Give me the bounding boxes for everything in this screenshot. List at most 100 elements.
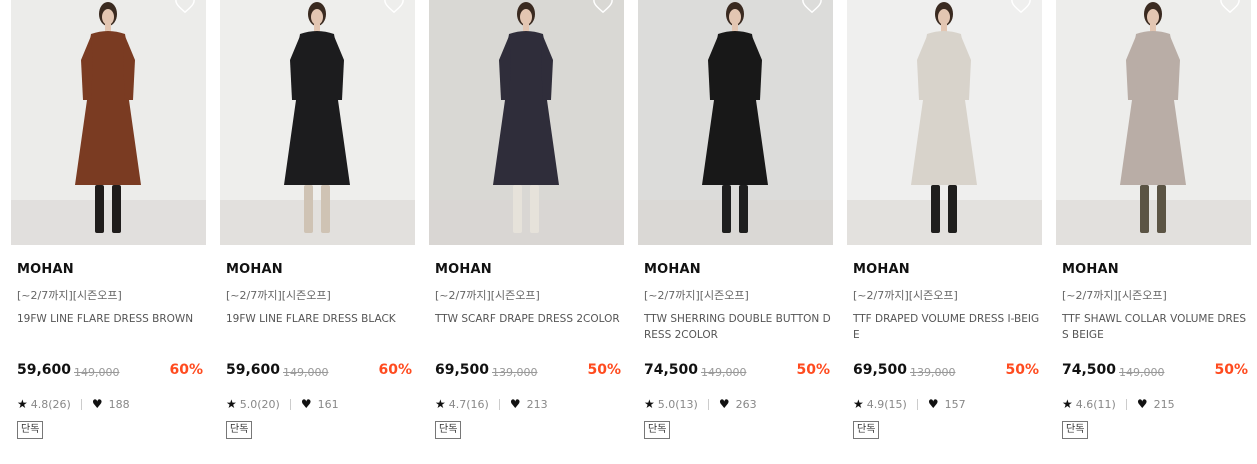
product-card[interactable]: MOHAN [~2/7까지][시즌오프] TTF SHAWL COLLAR VO…	[1056, 0, 1251, 464]
discount-rate: 50%	[796, 362, 830, 378]
rating-row: ★ 5.0(20) ♥ 161	[226, 397, 339, 411]
rating-value: 4.7(16)	[448, 397, 489, 411]
product-name[interactable]: TTF SHAWL COLLAR VOLUME DRESS BEIGE	[1062, 311, 1250, 343]
star-icon: ★	[226, 397, 237, 411]
product-grid: MOHAN [~2/7까지][시즌오프] 19FW LINE FLARE DRE…	[11, 0, 1251, 464]
star-icon: ★	[853, 397, 864, 411]
discount-rate: 50%	[1214, 362, 1248, 378]
model-photo	[11, 0, 206, 245]
sale-price: 59,600	[226, 362, 281, 378]
product-name[interactable]: 19FW LINE FLARE DRESS BROWN	[17, 311, 205, 327]
product-card[interactable]: MOHAN [~2/7까지][시즌오프] TTF DRAPED VOLUME D…	[847, 0, 1042, 464]
original-price: 149,000	[283, 366, 329, 379]
brand-name[interactable]: MOHAN	[226, 262, 283, 277]
rating-value: 4.6(11)	[1075, 397, 1116, 411]
rating-value: 5.0(13)	[657, 397, 698, 411]
promo-text: [~2/7까지][시즌오프]	[853, 289, 958, 302]
product-image[interactable]	[847, 0, 1042, 245]
product-card[interactable]: MOHAN [~2/7까지][시즌오프] TTW SCARF DRAPE DRE…	[429, 0, 624, 464]
model-photo	[1056, 0, 1251, 245]
heart-outline-icon[interactable]	[592, 0, 614, 14]
brand-name[interactable]: MOHAN	[853, 262, 910, 277]
star-icon: ★	[1062, 397, 1073, 411]
product-name[interactable]: 19FW LINE FLARE DRESS BLACK	[226, 311, 414, 327]
exclusive-badge: 단독	[17, 421, 44, 439]
original-price: 149,000	[701, 366, 747, 379]
like-count: 188	[108, 397, 130, 411]
original-price: 149,000	[74, 366, 120, 379]
model-photo	[220, 0, 415, 245]
product-image[interactable]	[638, 0, 833, 245]
heart-filled-icon: ♥	[1136, 397, 1148, 411]
promo-text: [~2/7까지][시즌오프]	[17, 289, 122, 302]
divider	[1125, 398, 1127, 410]
like-count: 161	[317, 397, 339, 411]
product-card[interactable]: MOHAN [~2/7까지][시즌오프] 19FW LINE FLARE DRE…	[11, 0, 206, 464]
sale-price: 74,500	[644, 362, 699, 378]
product-card[interactable]: MOHAN [~2/7까지][시즌오프] 19FW LINE FLARE DRE…	[220, 0, 415, 464]
discount-rate: 50%	[587, 362, 621, 378]
rating-value: 5.0(20)	[239, 397, 280, 411]
product-name[interactable]: TTF DRAPED VOLUME DRESS I-BEIGE	[853, 311, 1041, 343]
original-price: 149,000	[1119, 366, 1165, 379]
brand-name[interactable]: MOHAN	[1062, 262, 1119, 277]
like-count: 213	[526, 397, 548, 411]
sale-price: 69,500	[853, 362, 908, 378]
original-price: 139,000	[492, 366, 538, 379]
promo-text: [~2/7까지][시즌오프]	[226, 289, 331, 302]
divider	[80, 398, 82, 410]
brand-name[interactable]: MOHAN	[435, 262, 492, 277]
rating-value: 4.9(15)	[866, 397, 907, 411]
promo-text: [~2/7까지][시즌오프]	[435, 289, 540, 302]
rating-row: ★ 4.8(26) ♥ 188	[17, 397, 130, 411]
divider	[289, 398, 291, 410]
exclusive-badge: 단독	[226, 421, 253, 439]
exclusive-badge: 단독	[644, 421, 671, 439]
like-count: 263	[735, 397, 757, 411]
heart-outline-icon[interactable]	[383, 0, 405, 14]
heart-outline-icon[interactable]	[174, 0, 196, 14]
divider	[498, 398, 500, 410]
exclusive-badge: 단독	[853, 421, 880, 439]
heart-filled-icon: ♥	[300, 397, 312, 411]
rating-row: ★ 5.0(13) ♥ 263	[644, 397, 757, 411]
heart-filled-icon: ♥	[91, 397, 103, 411]
discount-rate: 50%	[1005, 362, 1039, 378]
product-image[interactable]	[220, 0, 415, 245]
rating-value: 4.8(26)	[30, 397, 71, 411]
heart-outline-icon[interactable]	[801, 0, 823, 14]
discount-rate: 60%	[378, 362, 412, 378]
star-icon: ★	[435, 397, 446, 411]
like-count: 215	[1153, 397, 1175, 411]
original-price: 139,000	[910, 366, 956, 379]
brand-name[interactable]: MOHAN	[17, 262, 74, 277]
rating-row: ★ 4.9(15) ♥ 157	[853, 397, 966, 411]
heart-filled-icon: ♥	[927, 397, 939, 411]
model-photo	[429, 0, 624, 245]
rating-row: ★ 4.7(16) ♥ 213	[435, 397, 548, 411]
model-photo	[638, 0, 833, 245]
sale-price: 74,500	[1062, 362, 1117, 378]
divider	[916, 398, 918, 410]
sale-price: 69,500	[435, 362, 490, 378]
product-card[interactable]: MOHAN [~2/7까지][시즌오프] TTW SHERRING DOUBLE…	[638, 0, 833, 464]
exclusive-badge: 단독	[435, 421, 462, 439]
product-name[interactable]: TTW SCARF DRAPE DRESS 2COLOR	[435, 311, 623, 327]
product-image[interactable]	[11, 0, 206, 245]
heart-outline-icon[interactable]	[1010, 0, 1032, 14]
heart-filled-icon: ♥	[509, 397, 521, 411]
heart-outline-icon[interactable]	[1219, 0, 1241, 14]
star-icon: ★	[17, 397, 28, 411]
product-name[interactable]: TTW SHERRING DOUBLE BUTTON DRESS 2COLOR	[644, 311, 832, 343]
sale-price: 59,600	[17, 362, 72, 378]
promo-text: [~2/7까지][시즌오프]	[1062, 289, 1167, 302]
heart-filled-icon: ♥	[718, 397, 730, 411]
rating-row: ★ 4.6(11) ♥ 215	[1062, 397, 1175, 411]
brand-name[interactable]: MOHAN	[644, 262, 701, 277]
divider	[707, 398, 709, 410]
model-photo	[847, 0, 1042, 245]
promo-text: [~2/7까지][시즌오프]	[644, 289, 749, 302]
star-icon: ★	[644, 397, 655, 411]
product-image[interactable]	[429, 0, 624, 245]
product-image[interactable]	[1056, 0, 1251, 245]
